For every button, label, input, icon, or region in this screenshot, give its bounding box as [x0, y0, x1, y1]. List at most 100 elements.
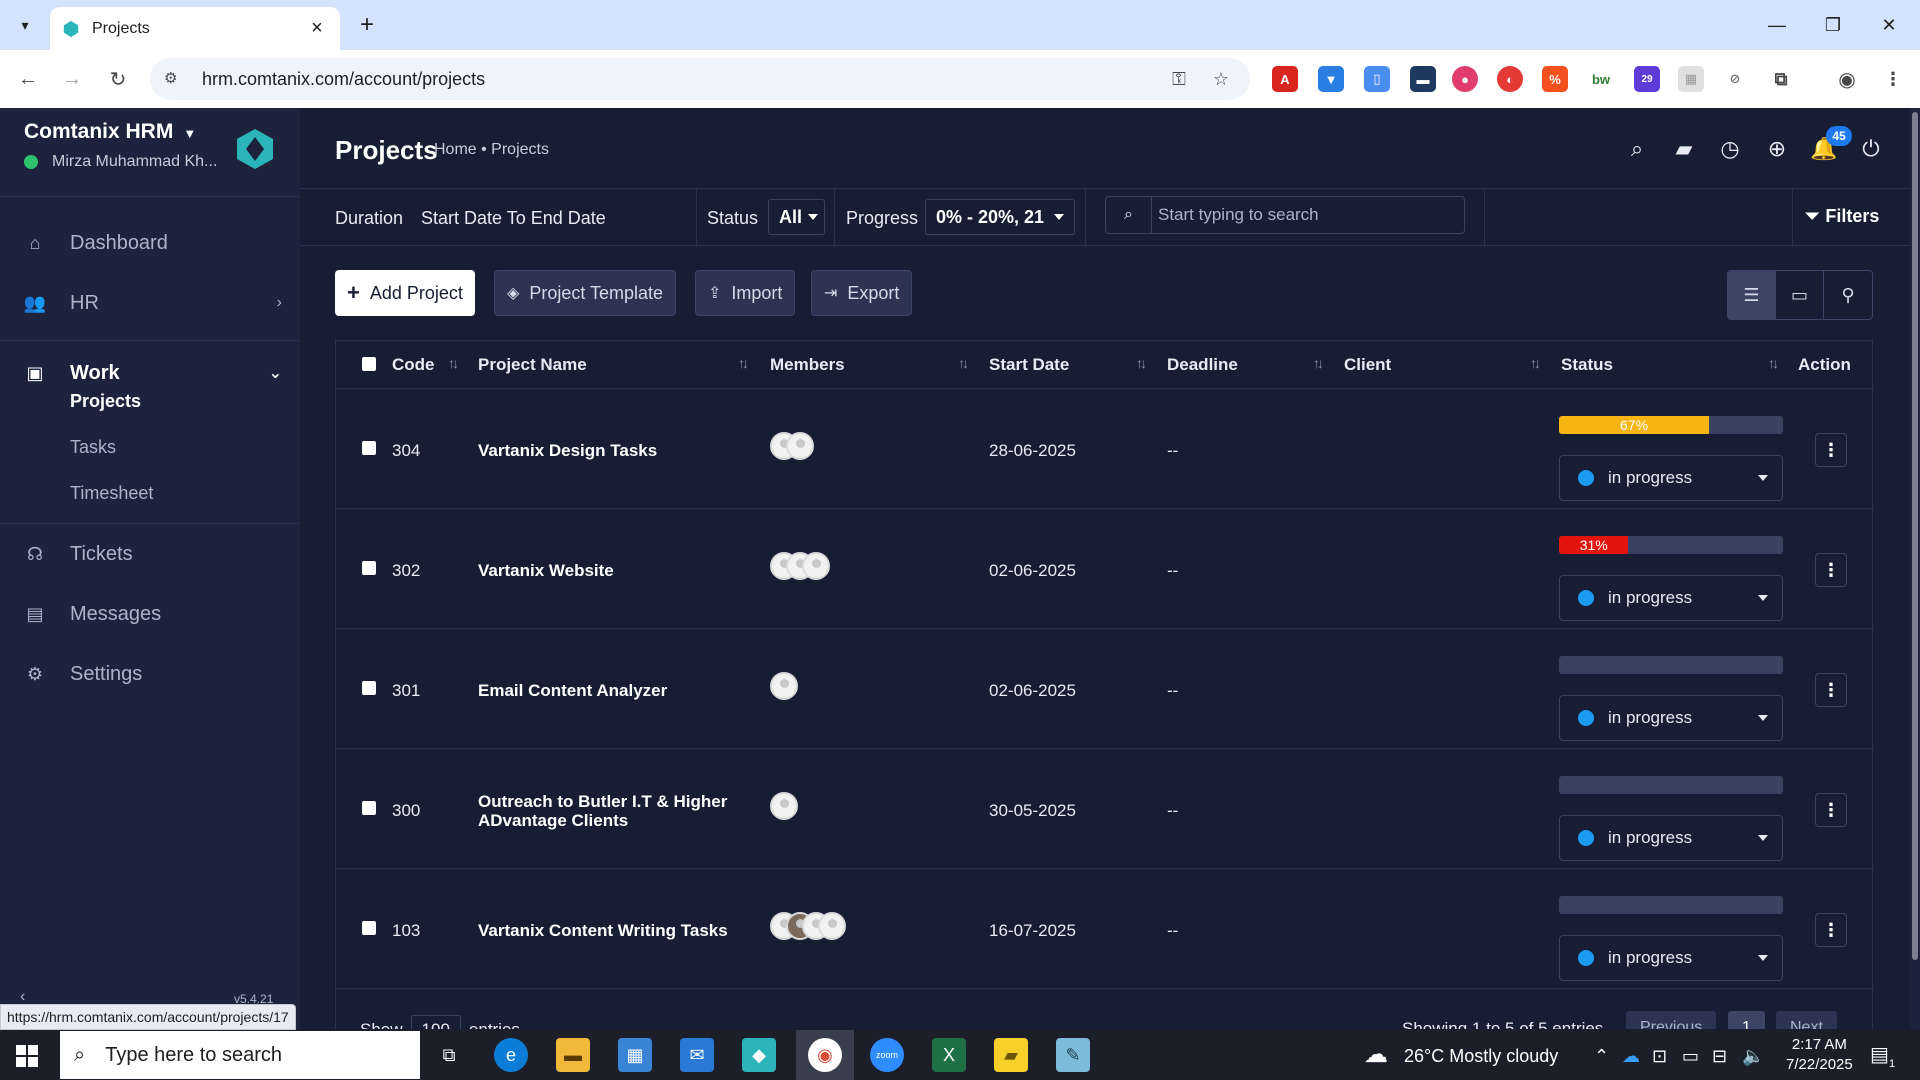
project-name-link[interactable]: Outreach to Butler I.T & Higher ADvantag…: [478, 792, 738, 830]
add-project-button[interactable]: + Add Project: [335, 270, 475, 316]
export-button[interactable]: ⇥ Export: [811, 270, 913, 316]
clock-icon[interactable]: ◷: [1715, 134, 1745, 164]
system-clock[interactable]: 2:17 AM 7/22/2025: [1786, 1035, 1853, 1075]
add-circle-icon[interactable]: ⊕: [1762, 134, 1792, 164]
sidebar-item-tickets[interactable]: ☊ Tickets: [0, 529, 300, 579]
member-avatars[interactable]: [770, 912, 846, 940]
sidebar-item-work[interactable]: ▣ Work ⌄: [0, 348, 300, 398]
member-avatars[interactable]: [770, 792, 798, 820]
filters-button[interactable]: ⏷ Filters: [1805, 206, 1879, 227]
back-icon[interactable]: ←: [12, 63, 44, 95]
row-checkbox[interactable]: [362, 801, 376, 815]
sidebar-item-settings[interactable]: ⚙ Settings: [0, 649, 300, 699]
folder-extension-icon[interactable]: ▬: [1410, 66, 1436, 92]
sort-icon[interactable]: ↑↓: [448, 355, 459, 371]
member-avatars[interactable]: [770, 552, 830, 580]
project-name-link[interactable]: Vartanix Content Writing Tasks: [478, 921, 738, 940]
calendar-view-icon[interactable]: ▭: [1776, 271, 1824, 319]
notepad-icon[interactable]: ✎: [1056, 1038, 1090, 1072]
pokeball-extension-icon[interactable]: ◐: [1497, 66, 1523, 92]
sidebar-item-messages[interactable]: ▤ Messages: [0, 589, 300, 639]
minimize-icon[interactable]: —: [1760, 8, 1794, 42]
status-select[interactable]: in progress: [1559, 815, 1783, 861]
list-view-icon[interactable]: ☰: [1728, 271, 1776, 319]
pin-view-icon[interactable]: ⚲: [1824, 271, 1872, 319]
password-key-icon[interactable]: ⚿: [1164, 69, 1194, 90]
sort-icon[interactable]: ↑↓: [738, 355, 749, 371]
next-page-button[interactable]: Next: [1776, 1011, 1837, 1029]
sort-icon[interactable]: ↑↓: [1136, 355, 1147, 371]
status-select[interactable]: in progress: [1559, 455, 1783, 501]
percent-extension-icon[interactable]: %: [1542, 66, 1568, 92]
column-header-project-name[interactable]: Project Name: [478, 355, 587, 375]
docs-extension-icon[interactable]: ▯: [1364, 66, 1390, 92]
mortarboard-extension-icon[interactable]: 29: [1634, 66, 1660, 92]
project-name-link[interactable]: Email Content Analyzer: [478, 681, 738, 700]
status-select[interactable]: in progress: [1559, 695, 1783, 741]
row-actions-kebab-icon[interactable]: ⋮: [1815, 913, 1847, 947]
breadcrumb[interactable]: Home • Projects: [434, 141, 549, 159]
address-bar[interactable]: ⚙ hrm.comtanix.com/account/projects ⚿ ☆: [150, 58, 1250, 100]
sidebar-subitem-timesheet[interactable]: Timesheet: [70, 483, 153, 504]
volume-icon[interactable]: 🔈: [1742, 1046, 1764, 1067]
sidebar-item-dashboard[interactable]: ⌂ Dashboard: [0, 218, 300, 268]
window-close-icon[interactable]: ✕: [1872, 8, 1906, 42]
column-header-start-date[interactable]: Start Date: [989, 355, 1069, 375]
address-url[interactable]: hrm.comtanix.com/account/projects: [202, 69, 1152, 90]
row-checkbox[interactable]: [362, 681, 376, 695]
previous-page-button[interactable]: Previous: [1626, 1011, 1717, 1029]
sort-icon[interactable]: ↑↓: [1313, 355, 1324, 371]
page-1-button[interactable]: 1: [1728, 1011, 1765, 1029]
shield-extension-icon[interactable]: ▼: [1318, 66, 1344, 92]
row-actions-kebab-icon[interactable]: ⋮: [1815, 553, 1847, 587]
project-search[interactable]: ⌕: [1105, 196, 1465, 234]
windows-start-icon[interactable]: [16, 1045, 38, 1067]
member-avatars[interactable]: [770, 672, 798, 700]
row-actions-kebab-icon[interactable]: ⋮: [1815, 433, 1847, 467]
status-filter-select[interactable]: All: [768, 199, 825, 235]
sticky-notes-icon[interactable]: ▰: [994, 1038, 1028, 1072]
site-info-icon[interactable]: ⚙: [164, 69, 184, 89]
sort-icon[interactable]: ↑↓: [958, 355, 969, 371]
security-camera-icon[interactable]: ⊡: [1652, 1046, 1667, 1067]
restore-icon[interactable]: ❐: [1816, 8, 1850, 42]
column-header-code[interactable]: Code: [392, 355, 435, 375]
bw-extension-icon[interactable]: bw: [1588, 66, 1614, 92]
taskbar-search[interactable]: ⌕ Type here to search: [60, 1031, 420, 1079]
weather-cloud-icon[interactable]: ☁: [1364, 1040, 1388, 1069]
forward-icon[interactable]: →: [56, 63, 88, 95]
microsoft-store-icon[interactable]: ▦: [618, 1038, 652, 1072]
column-header-client[interactable]: Client: [1344, 355, 1391, 375]
sort-icon[interactable]: ↑↓: [1530, 355, 1541, 371]
action-center-icon[interactable]: ▤: [1870, 1042, 1889, 1067]
new-tab-icon[interactable]: +: [352, 10, 382, 40]
pdf-extension-icon[interactable]: A: [1272, 66, 1298, 92]
scrollbar-thumb[interactable]: [1912, 112, 1918, 960]
sidebar-subitem-projects[interactable]: Projects: [70, 391, 141, 412]
comtanix-app-icon[interactable]: ◆: [742, 1038, 776, 1072]
zoom-icon[interactable]: zoom: [870, 1038, 904, 1072]
search-icon[interactable]: ⌕: [1622, 134, 1652, 164]
project-name-link[interactable]: Vartanix Website: [478, 561, 738, 580]
row-actions-kebab-icon[interactable]: ⋮: [1815, 673, 1847, 707]
sort-icon[interactable]: ↑↓: [1768, 355, 1779, 371]
sidebar-subitem-tasks[interactable]: Tasks: [70, 437, 116, 458]
sidebar-item-hr[interactable]: 👥 HR ›: [0, 278, 300, 328]
company-logo-icon[interactable]: [234, 128, 276, 170]
row-checkbox[interactable]: [362, 561, 376, 575]
mail-icon[interactable]: ✉: [680, 1038, 714, 1072]
import-button[interactable]: ⇪ Import: [695, 270, 796, 316]
onedrive-icon[interactable]: ☁: [1622, 1046, 1640, 1067]
extensions-puzzle-icon[interactable]: ⧉: [1768, 66, 1794, 92]
excel-icon[interactable]: X: [932, 1038, 966, 1072]
status-select[interactable]: in progress: [1559, 575, 1783, 621]
search-input[interactable]: [1152, 205, 1464, 225]
grid-extension-icon[interactable]: ▦: [1678, 66, 1704, 92]
progress-filter-select[interactable]: 0% - 20%, 21: [925, 199, 1075, 235]
column-header-members[interactable]: Members: [770, 355, 845, 375]
color-extension-icon[interactable]: ●: [1452, 66, 1478, 92]
browser-tab-projects[interactable]: Projects ×: [50, 7, 340, 50]
member-avatars[interactable]: [770, 432, 814, 460]
row-checkbox[interactable]: [362, 921, 376, 935]
chrome-icon[interactable]: ◉: [808, 1038, 842, 1072]
